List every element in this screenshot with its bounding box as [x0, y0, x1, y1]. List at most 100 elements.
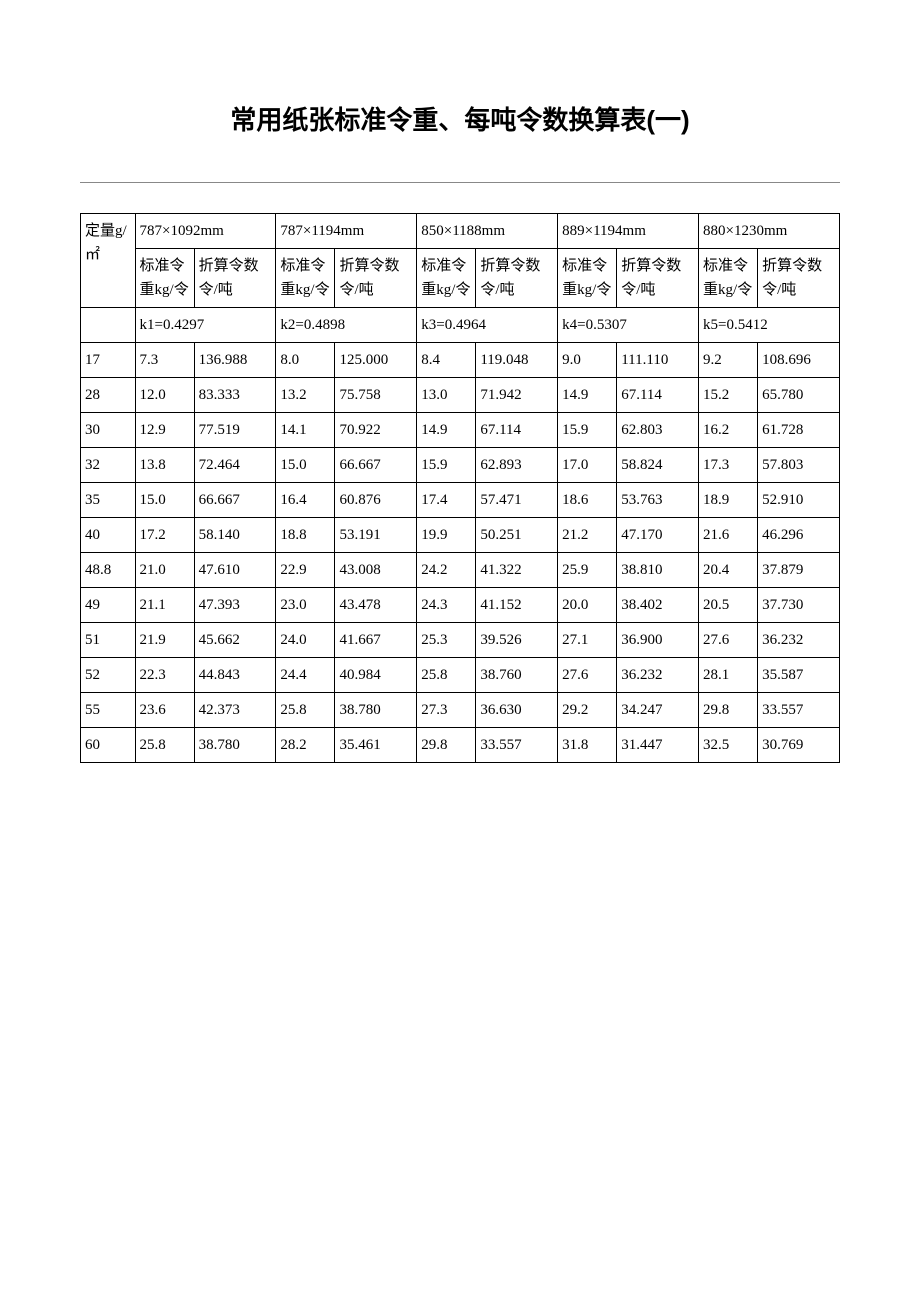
header-row-2: 标准令重kg/令 折算令数令/吨 标准令重kg/令 折算令数令/吨 标准令重kg… — [81, 249, 840, 308]
cell-value: 62.803 — [617, 413, 699, 448]
cell-grammage: 48.8 — [81, 553, 136, 588]
cell-grammage: 17 — [81, 343, 136, 378]
cell-value: 24.0 — [276, 623, 335, 658]
k-blank — [81, 308, 136, 343]
cell-value: 13.2 — [276, 378, 335, 413]
cell-value: 41.152 — [476, 588, 558, 623]
header-size-3: 850×1188mm — [417, 214, 558, 249]
cell-value: 21.0 — [135, 553, 194, 588]
table-row: 4921.147.39323.043.47824.341.15220.038.4… — [81, 588, 840, 623]
cell-value: 35.461 — [335, 728, 417, 763]
cell-value: 15.0 — [135, 483, 194, 518]
cell-value: 77.519 — [194, 413, 276, 448]
header-kg-1: 标准令重kg/令 — [135, 249, 194, 308]
cell-value: 39.526 — [476, 623, 558, 658]
header-ling-2: 折算令数令/吨 — [335, 249, 417, 308]
k-value-2: k2=0.4898 — [276, 308, 417, 343]
cell-value: 35.587 — [758, 658, 840, 693]
page-title: 常用纸张标准令重、每吨令数换算表(一) — [80, 100, 840, 137]
cell-value: 47.170 — [617, 518, 699, 553]
cell-value: 24.4 — [276, 658, 335, 693]
cell-value: 15.2 — [699, 378, 758, 413]
cell-grammage: 35 — [81, 483, 136, 518]
header-size-4: 889×1194mm — [558, 214, 699, 249]
cell-value: 7.3 — [135, 343, 194, 378]
cell-value: 29.8 — [417, 728, 476, 763]
cell-value: 58.824 — [617, 448, 699, 483]
cell-grammage: 51 — [81, 623, 136, 658]
cell-value: 12.0 — [135, 378, 194, 413]
cell-value: 50.251 — [476, 518, 558, 553]
cell-value: 25.3 — [417, 623, 476, 658]
cell-value: 31.8 — [558, 728, 617, 763]
cell-value: 45.662 — [194, 623, 276, 658]
table-row: 2812.083.33313.275.75813.071.94214.967.1… — [81, 378, 840, 413]
cell-value: 136.988 — [194, 343, 276, 378]
k-value-3: k3=0.4964 — [417, 308, 558, 343]
cell-value: 36.232 — [758, 623, 840, 658]
cell-value: 22.9 — [276, 553, 335, 588]
cell-value: 21.9 — [135, 623, 194, 658]
header-kg-4: 标准令重kg/令 — [558, 249, 617, 308]
divider — [80, 182, 840, 183]
cell-value: 57.803 — [758, 448, 840, 483]
cell-value: 70.922 — [335, 413, 417, 448]
cell-value: 37.879 — [758, 553, 840, 588]
cell-grammage: 28 — [81, 378, 136, 413]
cell-value: 37.730 — [758, 588, 840, 623]
cell-value: 66.667 — [194, 483, 276, 518]
cell-value: 60.876 — [335, 483, 417, 518]
cell-value: 28.2 — [276, 728, 335, 763]
cell-value: 38.780 — [335, 693, 417, 728]
k-value-1: k1=0.4297 — [135, 308, 276, 343]
cell-value: 44.843 — [194, 658, 276, 693]
cell-value: 30.769 — [758, 728, 840, 763]
cell-value: 28.1 — [699, 658, 758, 693]
cell-value: 67.114 — [617, 378, 699, 413]
cell-value: 67.114 — [476, 413, 558, 448]
cell-grammage: 60 — [81, 728, 136, 763]
cell-value: 18.9 — [699, 483, 758, 518]
cell-value: 17.3 — [699, 448, 758, 483]
cell-value: 23.6 — [135, 693, 194, 728]
header-ling-1: 折算令数令/吨 — [194, 249, 276, 308]
cell-value: 29.2 — [558, 693, 617, 728]
cell-value: 38.780 — [194, 728, 276, 763]
cell-value: 17.0 — [558, 448, 617, 483]
cell-value: 38.810 — [617, 553, 699, 588]
cell-value: 57.471 — [476, 483, 558, 518]
cell-value: 14.9 — [558, 378, 617, 413]
table-row: 4017.258.14018.853.19119.950.25121.247.1… — [81, 518, 840, 553]
cell-value: 36.630 — [476, 693, 558, 728]
cell-value: 16.4 — [276, 483, 335, 518]
table-row: 6025.838.78028.235.46129.833.55731.831.4… — [81, 728, 840, 763]
cell-value: 75.758 — [335, 378, 417, 413]
header-row-1: 定量g/㎡ 787×1092mm 787×1194mm 850×1188mm 8… — [81, 214, 840, 249]
cell-value: 53.763 — [617, 483, 699, 518]
cell-value: 29.8 — [699, 693, 758, 728]
cell-value: 33.557 — [476, 728, 558, 763]
cell-grammage: 40 — [81, 518, 136, 553]
cell-value: 38.402 — [617, 588, 699, 623]
cell-value: 46.296 — [758, 518, 840, 553]
cell-value: 43.478 — [335, 588, 417, 623]
cell-value: 25.8 — [135, 728, 194, 763]
header-ling-4: 折算令数令/吨 — [617, 249, 699, 308]
table-row: 5222.344.84324.440.98425.838.76027.636.2… — [81, 658, 840, 693]
cell-value: 8.4 — [417, 343, 476, 378]
cell-value: 25.8 — [276, 693, 335, 728]
cell-value: 53.191 — [335, 518, 417, 553]
header-size-5: 880×1230mm — [699, 214, 840, 249]
k-value-4: k4=0.5307 — [558, 308, 699, 343]
k-value-5: k5=0.5412 — [699, 308, 840, 343]
cell-value: 23.0 — [276, 588, 335, 623]
cell-grammage: 32 — [81, 448, 136, 483]
cell-value: 24.2 — [417, 553, 476, 588]
cell-value: 61.728 — [758, 413, 840, 448]
cell-value: 34.247 — [617, 693, 699, 728]
cell-grammage: 52 — [81, 658, 136, 693]
cell-value: 20.4 — [699, 553, 758, 588]
cell-value: 21.6 — [699, 518, 758, 553]
cell-value: 83.333 — [194, 378, 276, 413]
cell-value: 41.667 — [335, 623, 417, 658]
